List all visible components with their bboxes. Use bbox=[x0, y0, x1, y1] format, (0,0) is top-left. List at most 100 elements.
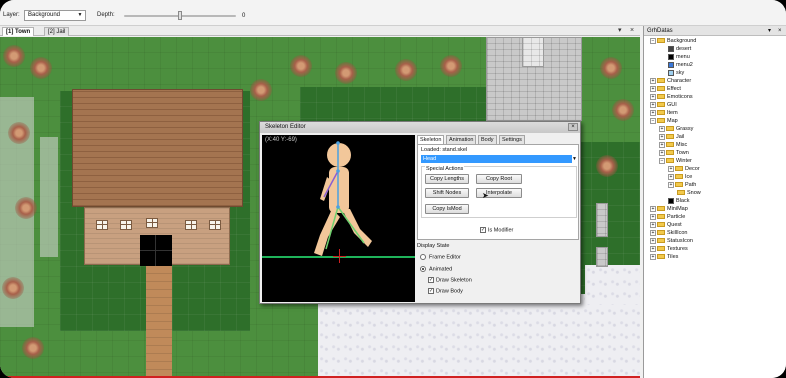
draw-skeleton-checkbox[interactable]: ✓ Draw Skeleton bbox=[428, 277, 472, 284]
expand-icon[interactable]: + bbox=[650, 205, 656, 212]
layer-label: Layer: bbox=[3, 12, 20, 18]
tree-item[interactable]: − Map bbox=[650, 117, 678, 125]
tree-item[interactable]: + GUI bbox=[650, 101, 677, 109]
expand-icon[interactable]: + bbox=[650, 101, 656, 108]
tree-item[interactable]: Black bbox=[659, 197, 689, 205]
expand-icon[interactable]: + bbox=[650, 213, 656, 220]
tree-item[interactable]: + Item bbox=[650, 109, 678, 117]
tree bbox=[8, 122, 30, 144]
tree-item[interactable]: + Character bbox=[650, 77, 691, 85]
bone-node[interactable] bbox=[336, 141, 340, 145]
tree-item[interactable]: − Winter bbox=[659, 157, 692, 165]
tab-town[interactable]: [1] Town bbox=[2, 27, 35, 36]
tree-item[interactable]: + Decor bbox=[668, 165, 700, 173]
copy-lengths-button[interactable]: Copy Lengths bbox=[425, 174, 469, 184]
expand-icon[interactable]: + bbox=[668, 165, 674, 172]
tree-item[interactable]: + MiniMap bbox=[650, 205, 688, 213]
frame-editor-radio[interactable]: Frame Editor bbox=[420, 254, 461, 261]
tree-item[interactable]: sky bbox=[659, 69, 684, 77]
folder-icon bbox=[657, 86, 665, 92]
expand-icon[interactable]: + bbox=[659, 125, 665, 132]
shift-nodes-button[interactable]: Shift Nodes bbox=[425, 188, 469, 198]
panel-close-icon[interactable]: × bbox=[778, 26, 782, 36]
tree-item-label: Black bbox=[676, 198, 690, 204]
tree-item[interactable]: + StatusIcon bbox=[650, 237, 693, 245]
tree-item[interactable]: + SkillIcon bbox=[650, 229, 687, 237]
skeleton-editor-window: Skeleton Editor × (X:40 Y:-69) Skeleton … bbox=[259, 121, 581, 304]
expand-icon[interactable]: + bbox=[650, 237, 656, 244]
expand-icon[interactable]: + bbox=[659, 133, 665, 140]
snow-area bbox=[318, 294, 640, 378]
expand-icon[interactable]: + bbox=[650, 77, 656, 84]
tab-pin-icon[interactable]: ▾ bbox=[618, 26, 622, 35]
expand-icon[interactable]: + bbox=[650, 245, 656, 252]
tree-item[interactable]: Snow bbox=[668, 189, 701, 197]
collapse-icon[interactable]: − bbox=[650, 37, 656, 44]
tab-close-icon[interactable]: × bbox=[630, 26, 634, 35]
tree-item[interactable]: + Ice bbox=[668, 173, 692, 181]
tab-jail[interactable]: [2] Jail bbox=[44, 27, 70, 36]
expand-icon[interactable]: + bbox=[650, 229, 656, 236]
tree-item[interactable]: + Grassy bbox=[659, 125, 693, 133]
tree-item[interactable]: + Emoticons bbox=[650, 93, 693, 101]
tab-skeleton[interactable]: Skeleton bbox=[417, 135, 445, 144]
bone-node[interactable] bbox=[336, 169, 340, 173]
animated-label: Animated bbox=[429, 266, 453, 273]
tree-item-label: Winter bbox=[676, 158, 692, 164]
tree-item[interactable]: + Town bbox=[659, 149, 689, 157]
copy-is-mod-button[interactable]: Copy IsMod bbox=[425, 204, 469, 214]
tree-item[interactable]: + Misc bbox=[659, 141, 687, 149]
collapse-icon[interactable]: − bbox=[650, 117, 656, 124]
skeleton-preview-canvas[interactable]: (X:40 Y:-69) bbox=[262, 135, 415, 302]
expand-icon[interactable]: + bbox=[650, 253, 656, 260]
expand-icon[interactable]: + bbox=[650, 109, 656, 116]
expand-icon[interactable]: + bbox=[650, 93, 656, 100]
panel-pin-icon[interactable]: ▾ bbox=[768, 26, 771, 36]
castle-stairs bbox=[522, 37, 544, 67]
expand-icon[interactable]: + bbox=[659, 141, 665, 148]
tree-item[interactable]: menu2 bbox=[659, 61, 693, 69]
folder-icon bbox=[657, 246, 665, 252]
layer-dropdown[interactable]: Background ▼ bbox=[24, 10, 86, 21]
tree-item[interactable]: + Path bbox=[668, 181, 696, 189]
is-modifier-checkbox[interactable]: ✓ Is Modifier bbox=[480, 227, 513, 234]
tree-item[interactable]: + Quest bbox=[650, 221, 682, 229]
house-window bbox=[146, 218, 158, 228]
bone-select[interactable]: Head bbox=[421, 155, 572, 163]
tree-item[interactable]: menu bbox=[659, 53, 690, 61]
folder-icon bbox=[666, 142, 674, 148]
tab-body[interactable]: Body bbox=[478, 135, 497, 144]
tree-item[interactable]: + Jail bbox=[659, 133, 684, 141]
expand-icon[interactable]: + bbox=[650, 221, 656, 228]
expand-icon[interactable]: + bbox=[668, 181, 674, 188]
tree-item-label: Ice bbox=[685, 174, 693, 180]
tree-item-label: Misc bbox=[676, 142, 688, 148]
tree-item-label: SkillIcon bbox=[667, 230, 688, 236]
expand-icon[interactable]: + bbox=[659, 149, 665, 156]
stone-column bbox=[40, 137, 58, 257]
depth-slider-thumb[interactable] bbox=[178, 11, 182, 20]
expand-icon[interactable]: + bbox=[650, 85, 656, 92]
depth-value: 0 bbox=[242, 13, 246, 19]
frame-editor-label: Frame Editor bbox=[429, 254, 461, 261]
tree-item[interactable]: + Particle bbox=[650, 213, 685, 221]
depth-slider[interactable] bbox=[124, 11, 236, 20]
expand-icon[interactable]: + bbox=[668, 173, 674, 180]
collapse-icon[interactable]: − bbox=[659, 157, 665, 164]
tree-item[interactable]: desert bbox=[659, 45, 691, 53]
animated-radio[interactable]: Animated bbox=[420, 266, 452, 273]
tree-item[interactable]: + Effect bbox=[650, 85, 681, 93]
chevron-down-icon[interactable]: ▼ bbox=[572, 155, 577, 163]
draw-body-checkbox[interactable]: ✓ Draw Body bbox=[428, 288, 463, 295]
tree-item[interactable]: − Background bbox=[650, 37, 696, 45]
tree-item[interactable]: + Tiles bbox=[650, 253, 678, 261]
figure-front-leg bbox=[342, 209, 372, 247]
tree-item[interactable]: + Textures bbox=[650, 245, 688, 253]
tab-settings[interactable]: Settings bbox=[499, 135, 525, 144]
close-icon[interactable]: × bbox=[568, 123, 578, 131]
stone-pillar bbox=[596, 247, 608, 267]
copy-root-button[interactable]: Copy Root bbox=[476, 174, 522, 184]
image-file-icon bbox=[668, 61, 674, 68]
tab-animation[interactable]: Animation bbox=[446, 135, 477, 144]
bone-node[interactable] bbox=[336, 205, 340, 209]
